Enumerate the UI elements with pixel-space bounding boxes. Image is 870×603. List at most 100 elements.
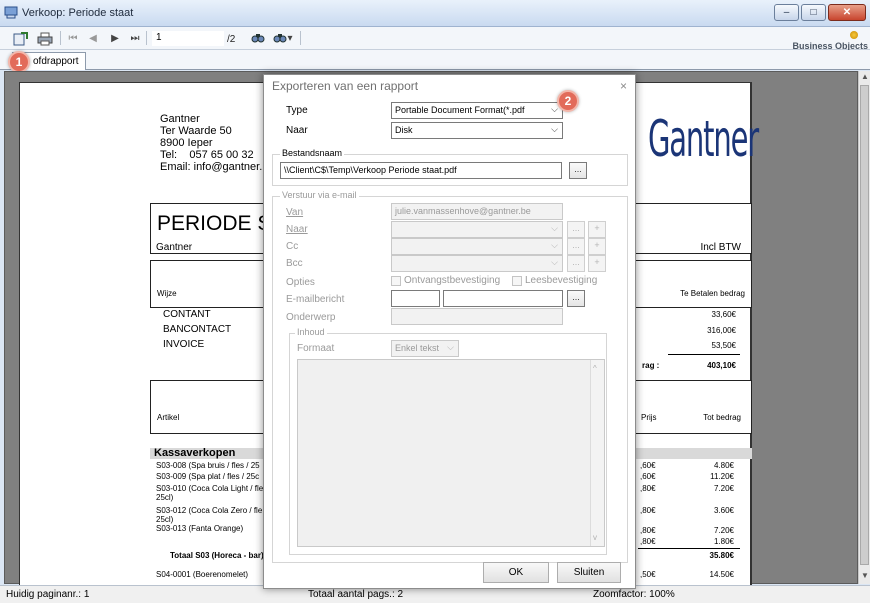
payment-method: BANCONTACT (163, 324, 232, 335)
line-item-price: ,80€ (640, 506, 656, 515)
line-item-total: 1.80€ (713, 537, 734, 546)
line-item-price: ,50€ (640, 570, 656, 579)
bcc-add-button[interactable]: + (588, 255, 606, 272)
line-item-total: 4.80€ (713, 461, 734, 470)
bcc-browse-button[interactable]: ... (567, 255, 585, 272)
line-item-total: 11.20€ (710, 472, 734, 481)
total-amount: 403,10€ (707, 361, 736, 370)
articles-header-price: Prijs (641, 413, 657, 422)
report-tab-strip: ofdrapport (0, 50, 870, 70)
format-select[interactable]: Enkel tekst ⌵ (391, 340, 459, 357)
content-textarea[interactable]: ^ v (297, 359, 605, 547)
company-name: Gantner (160, 113, 200, 125)
email-message-input-2[interactable] (443, 290, 563, 307)
status-zoom: Zoomfactor: 100% (593, 589, 675, 600)
filename-input[interactable]: \\Client\C$\Temp\Verkoop Periode staat.p… (280, 162, 562, 179)
payment-header-method: Wijze (157, 289, 177, 298)
status-total-pages: Totaal aantal pags.: 2 (308, 589, 404, 600)
van-label: Van (286, 207, 304, 218)
vertical-scrollbar[interactable]: ▲ ▼ (858, 71, 870, 584)
bcc-label: Bcc (286, 258, 303, 269)
email-to-add-button[interactable]: + (588, 221, 606, 238)
total-divider (668, 354, 740, 355)
app-icon (4, 6, 18, 19)
business-objects-logo-icon (850, 31, 858, 39)
line-item-total: 3.60€ (713, 506, 734, 515)
receipt-checkbox[interactable]: Ontvangstbevestiging (391, 275, 500, 286)
scroll-thumb[interactable] (860, 85, 869, 565)
next-page-icon[interactable]: ▶ (108, 30, 122, 47)
last-page-icon[interactable]: ⏭ (128, 30, 142, 47)
destination-select[interactable]: Disk ⌵ (391, 122, 563, 139)
scroll-down-icon[interactable]: v (593, 533, 597, 542)
naar-label: Naar (286, 125, 308, 136)
window-title: Verkoop: Periode staat (22, 7, 134, 19)
scroll-up-icon[interactable]: ▲ (860, 72, 870, 84)
step-badge-1: 1 (8, 51, 30, 73)
subtotal-divider (638, 548, 740, 549)
filename-group-title: Bestandsnaam (280, 148, 345, 158)
minimize-button[interactable]: – (774, 4, 799, 21)
line-item-price: ,60€ (640, 472, 656, 481)
van-input[interactable]: julie.vanmassenhove@gantner.be (391, 203, 563, 220)
step-badge-2: 2 (557, 90, 579, 112)
scroll-down-icon[interactable]: ▼ (860, 571, 870, 583)
report-subtitle: Gantner (156, 242, 193, 253)
company-phone: Tel: 057 65 00 32 (160, 149, 254, 161)
dialog-title: Exporteren van een rapport (272, 79, 419, 93)
opties-label: Opties (286, 277, 315, 288)
search-icon[interactable] (250, 30, 266, 47)
dialog-close-icon[interactable]: × (620, 79, 627, 93)
company-street: Ter Waarde 50 (160, 125, 232, 137)
emailbericht-label: E-mailbericht (286, 294, 345, 305)
bcc-select[interactable]: ⌵ (391, 255, 563, 272)
toolbar-separator (60, 31, 61, 45)
cc-add-button[interactable]: + (588, 238, 606, 255)
line-item-price: ,80€ (640, 537, 656, 546)
report-title: PERIODE S (157, 212, 272, 235)
textarea-scrollbar[interactable]: ^ v (590, 360, 604, 546)
email-message-input-1[interactable] (391, 290, 440, 307)
line-item-price: ,80€ (640, 484, 656, 493)
close-dialog-button[interactable]: Sluiten (557, 562, 621, 583)
type-label: Type (286, 105, 308, 116)
search-options-icon[interactable]: ▾ (272, 30, 294, 47)
chevron-down-icon: ⌵ (551, 124, 558, 134)
chevron-down-icon: ⌵ (551, 240, 558, 250)
email-to-browse-button[interactable]: ... (567, 221, 585, 238)
company-city: 8900 Ieper (160, 137, 213, 149)
export-dialog: Exporteren van een rapport × Type Portab… (263, 74, 636, 589)
articles-header-total: Tot bedrag (703, 413, 741, 422)
chevron-down-icon: ⌵ (551, 223, 558, 233)
status-current-page: Huidig paginanr.: 1 (6, 589, 90, 600)
cc-select[interactable]: ⌵ (391, 238, 563, 255)
gantner-logo: Gantner (648, 110, 759, 168)
total-label: rag : (642, 361, 660, 370)
title-bar: Verkoop: Periode staat – □ ✕ (0, 0, 870, 27)
export-icon[interactable] (12, 30, 30, 47)
toolbar-separator (146, 31, 147, 45)
email-to-select[interactable]: ⌵ (391, 221, 563, 238)
scroll-up-icon[interactable]: ^ (593, 364, 597, 373)
dropdown-arrow-icon: ▾ (287, 33, 293, 44)
type-select[interactable]: Portable Document Format(*.pdf ⌵ (391, 102, 563, 119)
cc-browse-button[interactable]: ... (567, 238, 585, 255)
company-email: Email: info@gantner.b (160, 161, 269, 173)
subject-input[interactable] (391, 308, 563, 325)
first-page-icon[interactable]: ⏮ (66, 30, 80, 47)
email-message-browse-button[interactable]: ... (567, 290, 585, 307)
ok-button[interactable]: OK (483, 562, 549, 583)
close-button[interactable]: ✕ (828, 4, 866, 21)
line-item-total: 14.50€ (709, 570, 734, 579)
browse-button[interactable]: ... (569, 162, 587, 179)
articles-header-article: Artikel (157, 413, 180, 422)
page-number-input[interactable]: 1 (152, 31, 224, 46)
line-item-price: ,60€ (640, 461, 656, 470)
email-group-title: Verstuur via e-mail (280, 190, 359, 200)
prev-page-icon[interactable]: ◀ (86, 30, 100, 47)
print-icon[interactable] (36, 30, 54, 47)
line-item-price: ,80€ (640, 526, 656, 535)
subtotal-label: Totaal S03 (Horeca - bar) (170, 551, 264, 560)
maximize-button[interactable]: □ (801, 4, 826, 21)
read-receipt-checkbox[interactable]: Leesbevestiging (512, 275, 597, 286)
